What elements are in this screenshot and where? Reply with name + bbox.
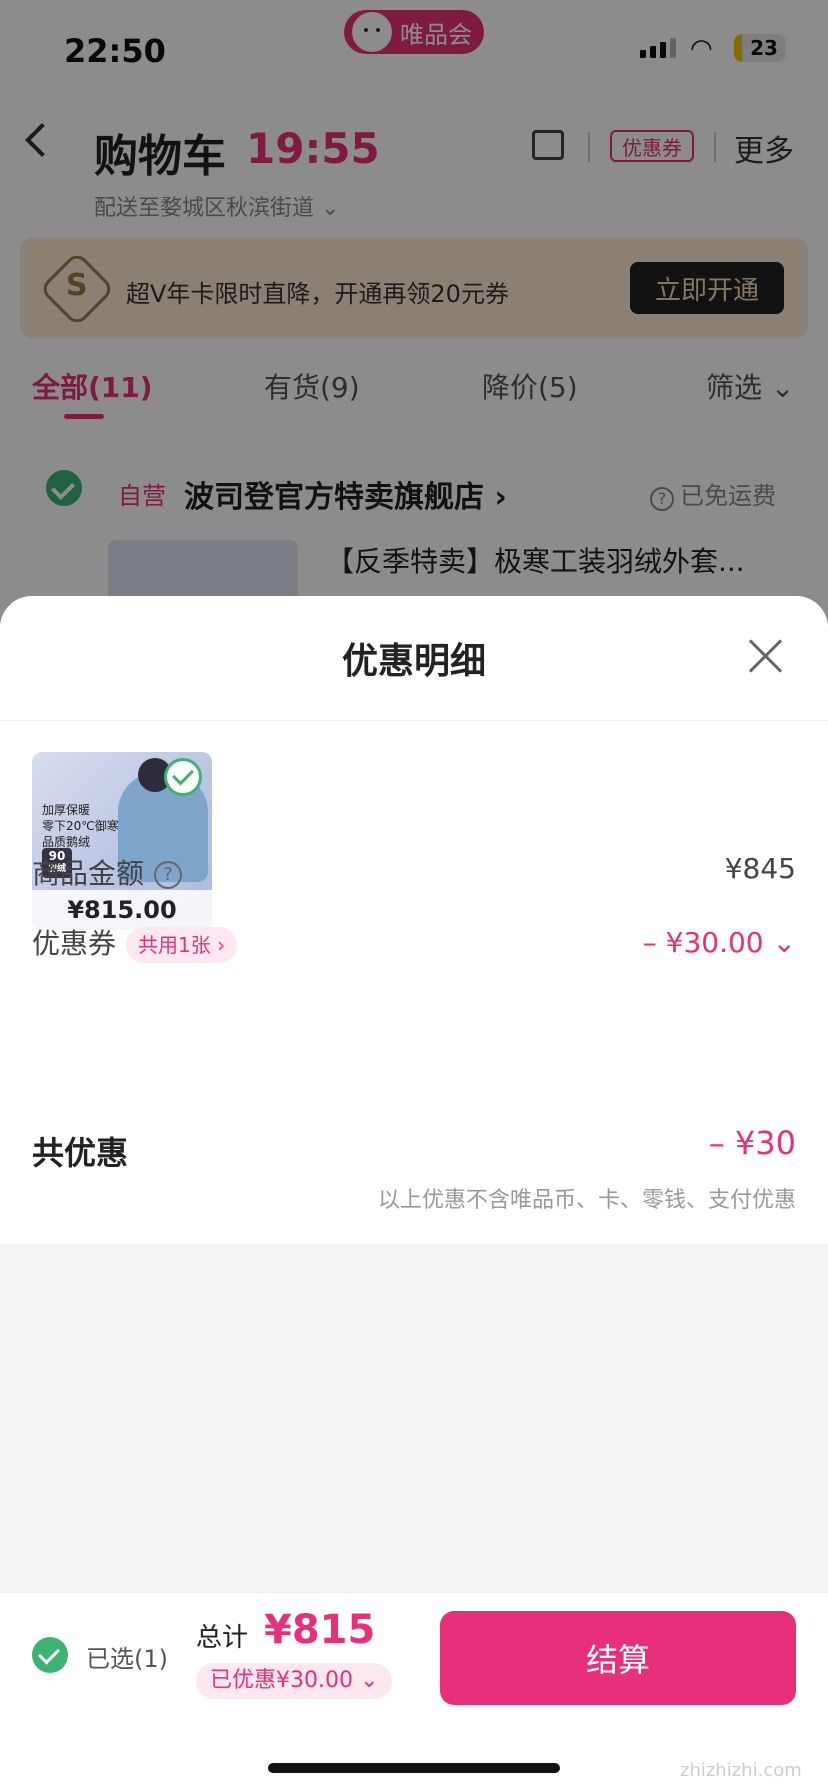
selected-check-icon[interactable] — [164, 758, 202, 796]
total-label: 总计 — [196, 1623, 249, 1653]
sheet-content: 优惠明细 加厚保暖 零下20℃御寒 品质鹅绒 90 羽绒 ¥815.00 商品金… — [0, 596, 828, 1244]
sheet-title: 优惠明细 — [341, 641, 486, 682]
total-price: ¥815 — [264, 1607, 376, 1653]
coupon-label: 优惠券 共用1张 › — [32, 922, 238, 963]
watermark-url: zhizhizhi.com — [680, 1760, 802, 1781]
total-discount-label: 共优惠 — [32, 1134, 129, 1172]
discount-note: 以上优惠不含唯品币、卡、零钱、支付优惠 — [377, 1188, 796, 1213]
goods-amount-label: 商品金额? — [32, 852, 183, 892]
promo-text: 加厚保暖 零下20℃御寒 品质鹅绒 — [42, 803, 119, 849]
help-icon[interactable]: ? — [154, 861, 183, 889]
watermark-logo: 值值值 — [676, 1711, 808, 1762]
checkout-button[interactable]: 结算 — [440, 1611, 796, 1705]
coupon-value[interactable]: – ¥30.00 ⌄ — [643, 926, 796, 959]
sheet-divider — [0, 720, 828, 721]
close-icon[interactable] — [748, 638, 784, 674]
selected-count[interactable]: 已选(1) — [86, 1639, 168, 1674]
product-image: 加厚保暖 零下20℃御寒 品质鹅绒 90 羽绒 ¥815.00 — [32, 752, 212, 930]
total-discount-value: – ¥30 — [708, 1124, 796, 1162]
saved-amount-pill[interactable]: 已优惠¥30.00 ⌄ — [196, 1663, 393, 1699]
coupon-count-pill[interactable]: 共用1张 › — [126, 927, 238, 963]
goods-amount-value: ¥845 — [724, 852, 796, 885]
home-indicator — [268, 1763, 560, 1773]
select-all-check-icon[interactable] — [32, 1637, 68, 1673]
